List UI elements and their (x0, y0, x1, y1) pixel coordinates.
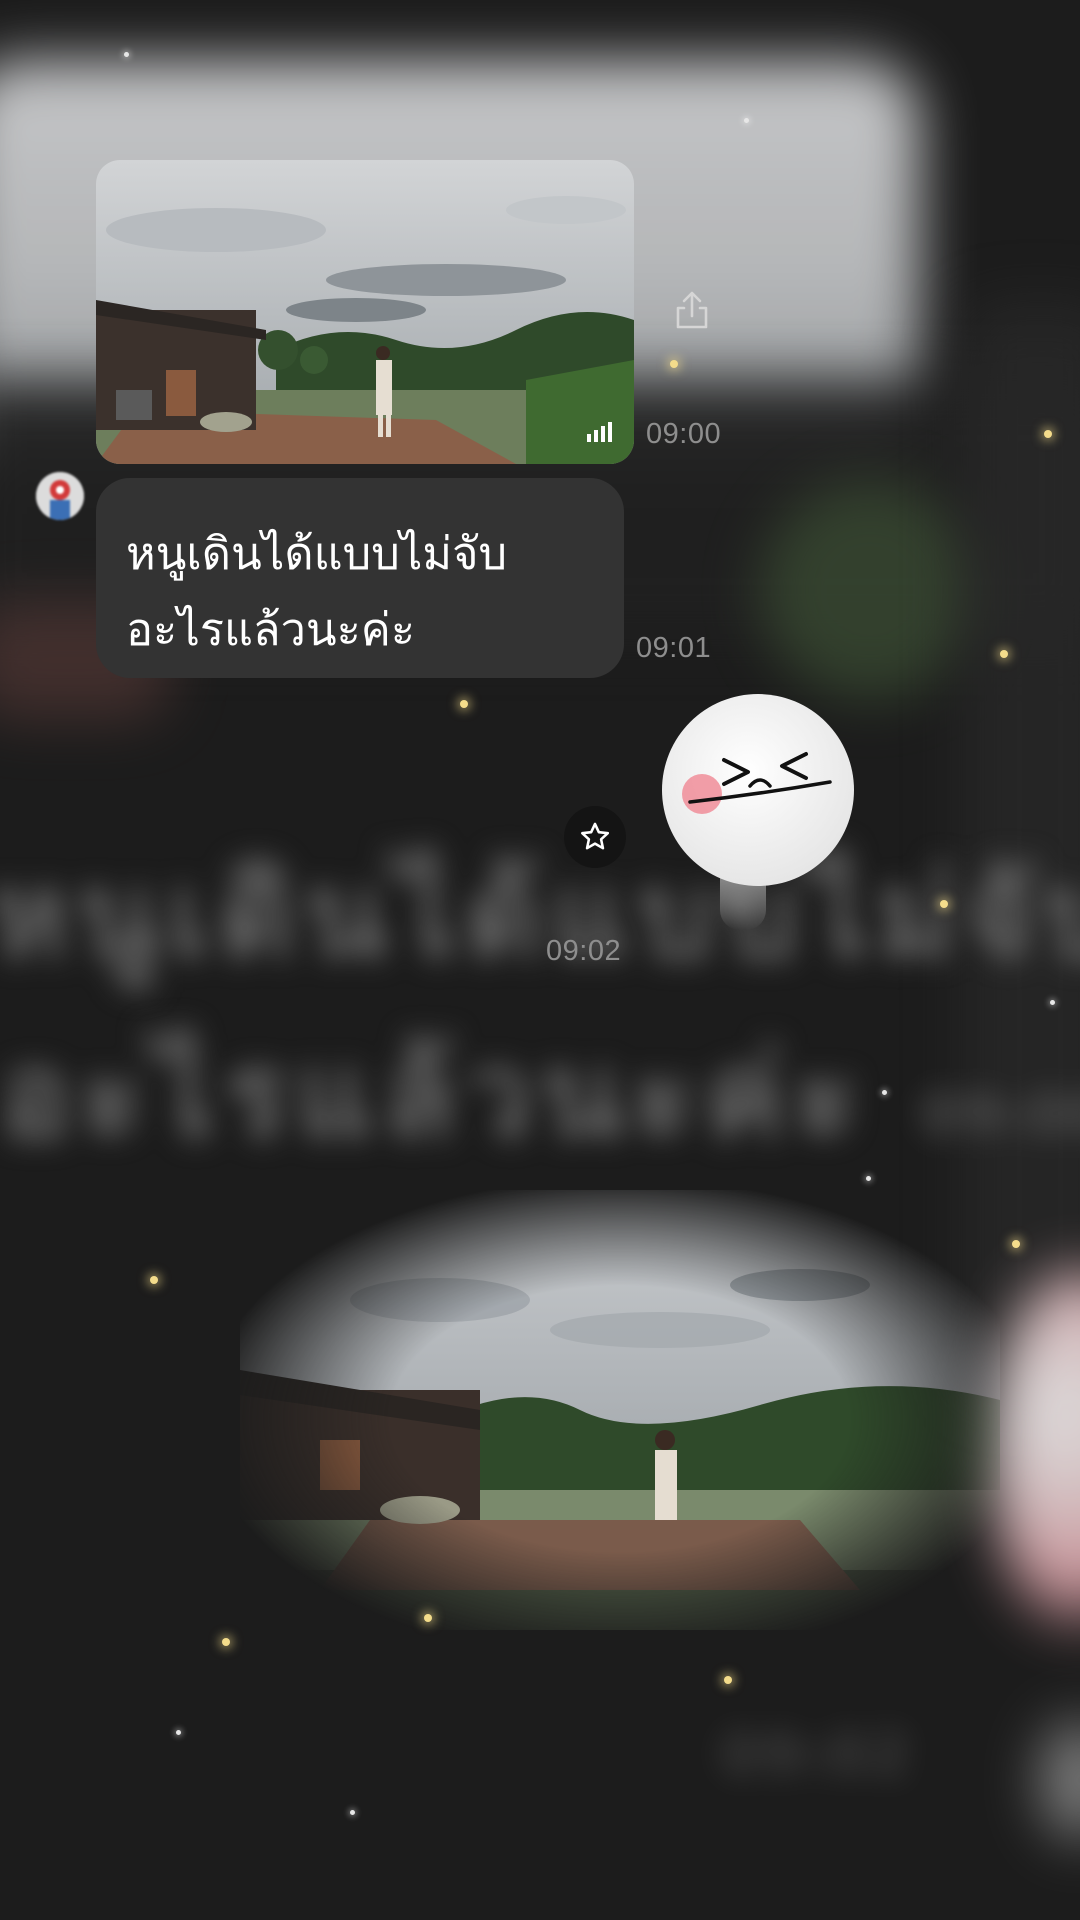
sparkle (350, 1810, 355, 1815)
star-icon[interactable] (564, 806, 626, 868)
avatar[interactable] (36, 472, 84, 520)
signal-bars-icon (587, 422, 612, 442)
blurred-background-text-3: 09:00 (920, 1080, 1080, 1150)
sparkle (1044, 430, 1052, 438)
sparkle (150, 1276, 158, 1284)
sparkle (724, 1676, 732, 1684)
video-message[interactable] (96, 160, 634, 464)
sparkle (882, 1090, 887, 1095)
sparkle (670, 360, 678, 368)
sparkle (1050, 1000, 1055, 1005)
sparkle (222, 1638, 230, 1646)
sparkle (866, 1176, 871, 1181)
background-video-preview (240, 1190, 1000, 1630)
message-timestamp: 09:02 (546, 935, 622, 967)
share-icon[interactable] (668, 286, 716, 334)
sparkle (124, 52, 129, 57)
message-line-1: หนูเดินได้แบบไม่จับ (126, 527, 508, 580)
blurred-background-green (760, 480, 980, 700)
text-message-bubble[interactable]: หนูเดินได้แบบไม่จับ อะไรแล้วนะค่ะ (96, 478, 624, 678)
blurred-background-text-2: อะไรแล้วนะค่ะ (0, 1026, 868, 1164)
sparkle (1000, 650, 1008, 658)
sparkle (424, 1614, 432, 1622)
message-line-2: อะไรแล้วนะค่ะ (126, 603, 416, 656)
sparkle (460, 700, 468, 708)
sparkle (1012, 1240, 1020, 1248)
message-timestamp: 09:01 (636, 632, 712, 664)
sparkle (940, 900, 948, 908)
moon-laughing-sticker[interactable] (650, 690, 880, 950)
sparkle (176, 1730, 181, 1735)
message-timestamp: 09:00 (646, 418, 722, 450)
blurred-background-corner (1040, 1720, 1080, 1840)
sparkle (744, 118, 749, 123)
chat-screen: หนูเดินได้แบบไม่จับ อะไรแล้วนะค่ะ 09:0 0 … (0, 0, 1080, 1920)
blurred-background-text-4: 09:02 (720, 1720, 911, 1790)
blurred-background-text-1: หนูเดินได้แบบไม่จับ (0, 846, 1080, 984)
